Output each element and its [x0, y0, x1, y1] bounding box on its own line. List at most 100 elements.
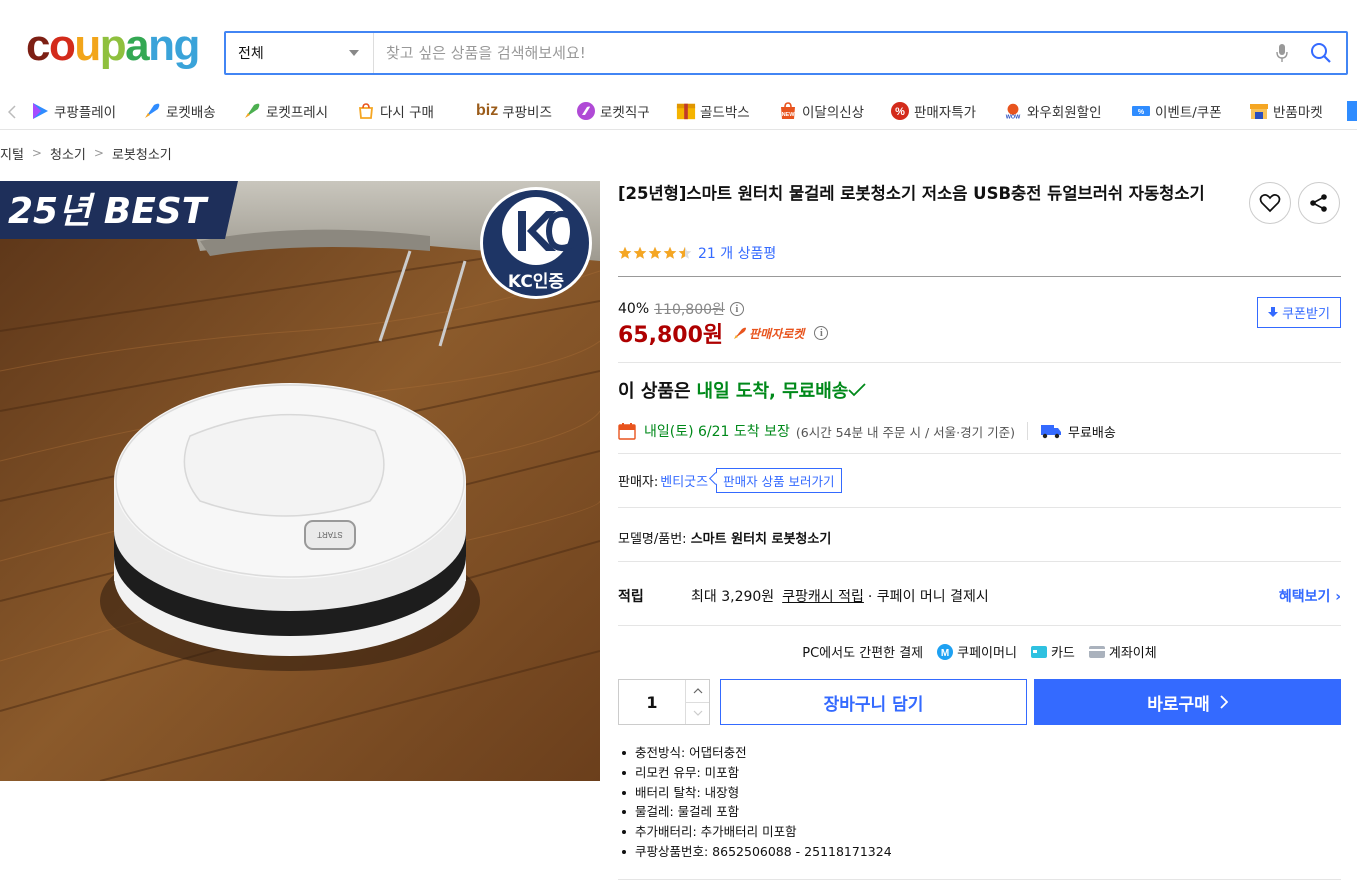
coupang-logo-graphic[interactable]: coupang [26, 24, 200, 68]
global-icon [576, 101, 596, 121]
nav-item-goldbox[interactable]: 골드박스 [676, 94, 750, 128]
quantity-stepper[interactable]: 1 [618, 679, 710, 725]
chevron-right-icon [1220, 695, 1228, 709]
quantity-decrease-icon[interactable] [686, 701, 709, 725]
payment-method: 계좌이체 [1088, 642, 1157, 661]
product-image[interactable]: START 25년 BEST KC인증 [0, 181, 600, 781]
nav-item-label: 로켓배송 [166, 105, 216, 121]
seller-products-link[interactable]: 판매자 상품 보러가기 [716, 468, 842, 493]
quantity-arrows [685, 680, 709, 724]
buy-now-button[interactable]: 바로구매 [1034, 679, 1341, 725]
share-button[interactable] [1298, 182, 1340, 224]
coupay-money-icon: M [937, 643, 954, 660]
breadcrumb-item[interactable]: 청소기 [50, 144, 86, 163]
divider [618, 507, 1341, 508]
chevron-down-icon [349, 50, 359, 56]
seller-label: 판매자: [618, 475, 659, 490]
payment-methods-row: PC에서도 간편한 결제 M 쿠페이머니 카드 계좌이체 [618, 642, 1341, 661]
wishlist-button[interactable] [1249, 182, 1291, 224]
divider [618, 561, 1341, 562]
divider [1027, 422, 1028, 440]
chevron-right-icon: > [93, 146, 104, 160]
card-icon [1030, 645, 1047, 658]
rocket-icon [142, 101, 162, 121]
divider [618, 276, 1341, 277]
chevron-right-icon: › [1335, 589, 1341, 605]
nav-item-coupang-biz[interactable]: biz 쿠팡비즈 [476, 94, 552, 128]
search-bar: 전체 [224, 31, 1348, 75]
start-button-text: START [317, 530, 343, 539]
rating-row[interactable]: 21 개 상품평 [618, 243, 776, 263]
model-row: 모델명/품번: 스마트 원터치 로봇청소기 [618, 528, 831, 547]
star-icon [678, 246, 692, 259]
svg-text:%: % [895, 106, 905, 118]
seller-name-link[interactable]: 벤티굿즈 [660, 471, 708, 490]
svg-text:M: M [941, 648, 949, 659]
quantity-increase-icon[interactable] [686, 680, 709, 702]
search-category-label: 전체 [238, 46, 264, 62]
payment-method: 카드 [1030, 642, 1075, 661]
star-icon [633, 246, 647, 259]
nav-item-label: 쿠팡비즈 [502, 105, 552, 121]
spec-list: 충전방식: 어댑터충전 리모컨 유무: 미포함 배터리 탈착: 내장형 물걸레:… [618, 743, 892, 862]
nav-item-label: 반품마켓 [1273, 105, 1323, 121]
search-category-select[interactable]: 전체 [226, 33, 374, 73]
star-icon [618, 246, 632, 259]
nav-item-rocket-global[interactable]: 로켓직구 [576, 94, 650, 128]
nav-item-rebuy[interactable]: 다시 구매 [356, 94, 434, 128]
best-banner-text: 25년 BEST [8, 191, 209, 232]
microphone-icon[interactable] [1268, 33, 1296, 73]
payment-method-label: 계좌이체 [1108, 646, 1157, 661]
nav-item-new-arrivals[interactable]: NEW 이달의신상 [778, 94, 864, 128]
info-icon[interactable]: i [729, 302, 744, 316]
delivery-headline: 이 상품은 내일 도착, 무료배송 [618, 377, 867, 403]
play-icon [30, 101, 50, 121]
spec-item: 배터리 탈착: 내장형 [618, 783, 892, 803]
nav-item-label: 로켓직구 [600, 105, 650, 121]
nav-item-label: 쿠팡플레이 [54, 105, 117, 121]
heart-icon [1259, 194, 1281, 213]
divider [618, 879, 1341, 880]
reward-points-row: 적립 최대 3,290원 쿠팡캐시 적립 · 쿠페이 머니 결제시 혜택보기 › [618, 586, 1341, 606]
chevron-right-icon: > [31, 146, 42, 160]
nav-item-rocket-delivery[interactable]: 로켓배송 [142, 94, 216, 128]
points-condition: · 쿠페이 머니 결제시 [867, 589, 989, 605]
biz-icon: biz [476, 102, 499, 119]
add-to-cart-button[interactable]: 장바구니 담기 [720, 679, 1027, 725]
nav-item-wow-discount[interactable]: WOW 와우회원할인 [1003, 94, 1102, 128]
buy-now-label: 바로구매 [1147, 694, 1210, 715]
nav-item-rocket-fresh[interactable]: 로켓프레시 [242, 94, 328, 128]
rocket-icon [734, 327, 747, 339]
nav-item-label: 로켓프레시 [266, 105, 329, 121]
delivery-date: 내일(토) 6/21 도착 보장 [644, 424, 790, 440]
quantity-value[interactable]: 1 [619, 680, 685, 724]
nav-item-label: 판매자특가 [914, 105, 977, 121]
benefits-link[interactable]: 혜택보기 › [1279, 586, 1341, 606]
divider [618, 362, 1341, 363]
coupon-download-button[interactable]: 쿠폰받기 [1257, 297, 1341, 328]
breadcrumb-item[interactable]: 로봇청소기 [112, 144, 172, 163]
nav-item-label: 이벤트/쿠폰 [1155, 105, 1222, 121]
search-input[interactable] [374, 33, 1268, 73]
nav-item-overflow[interactable] [1347, 94, 1357, 128]
goldbox-icon [676, 101, 696, 121]
nav-prev-arrow-icon[interactable] [4, 102, 20, 122]
breadcrumb-item[interactable]: 지털 [0, 144, 24, 163]
nav-item-events-coupons[interactable]: % 이벤트/쿠폰 [1131, 94, 1222, 128]
nav-item-seller-deals[interactable]: % 판매자특가 [890, 94, 976, 128]
sale-price: 65,800원 [618, 323, 724, 348]
search-button[interactable] [1296, 33, 1346, 73]
bank-transfer-icon [1088, 645, 1105, 658]
coupon-label: 쿠폰받기 [1282, 307, 1330, 322]
coupang-cash-link[interactable]: 쿠팡캐시 적립 [782, 586, 864, 606]
nav-item-coupang-play[interactable]: 쿠팡플레이 [30, 94, 116, 128]
checkmark-icon [848, 383, 867, 397]
breadcrumb: 지털 > 청소기 > 로봇청소기 [0, 144, 172, 163]
review-count-link[interactable]: 21 개 상품평 [698, 243, 776, 263]
delivery-headline-highlight: 내일 도착, 무료배송 [696, 381, 849, 402]
percent-icon: % [890, 101, 910, 121]
calendar-icon [618, 423, 636, 440]
nav-item-label: 골드박스 [700, 105, 750, 121]
nav-item-return-market[interactable]: 반품마켓 [1249, 94, 1323, 128]
info-icon[interactable]: i [814, 326, 829, 340]
